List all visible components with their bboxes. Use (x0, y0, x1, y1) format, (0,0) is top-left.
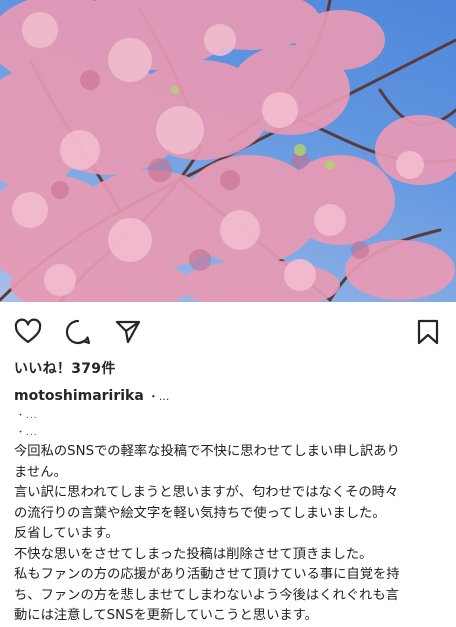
post-caption: 今回私のSNSでの軽率な投稿で不快に思わせてしまい申し訳あり ません。 言い訳に… (14, 442, 444, 627)
caption-line: 言い訳に思われてしまうと思いますが、匂わせではなくその時々 (14, 485, 399, 500)
caption-line: の流行りの言葉や絵文字を軽い気持ちで使ってしまいました。 (14, 505, 386, 521)
cherry-blossom-image (0, 0, 456, 302)
heart-icon[interactable] (14, 318, 42, 346)
caption-author: motoshimaririka ・... (14, 388, 169, 404)
likes-count[interactable]: いいね！379件 (14, 358, 116, 378)
caption-emoji-line-1: ・... (16, 411, 38, 421)
bookmark-icon[interactable] (414, 318, 442, 346)
post-photo[interactable] (0, 0, 456, 302)
post-action-bar (0, 302, 456, 358)
caption-line: 私もファンの方の応援があり活動させて頂けている事に自覚を持 (14, 567, 400, 582)
username-link[interactable]: motoshimaririka (14, 388, 144, 404)
caption-line: 不快な思いをさせてしまった投稿は削除させて頂きました。 (14, 546, 373, 562)
caption-line: ち、ファンの方を悲しませてしまわないよう今後はくれぐれも言 (14, 587, 399, 603)
caption-line: ません。 (14, 464, 67, 480)
caption-line: 今回私のSNSでの軽率な投稿で不快に思わせてしまい申し訳あり (14, 444, 400, 459)
caption-line: 動には注意してSNSを更新していこうと思います。 (14, 608, 318, 623)
caption-line: 反省しています。 (14, 526, 119, 541)
comment-bubble-icon[interactable] (64, 318, 92, 346)
paper-plane-icon[interactable] (114, 318, 142, 346)
caption-emoji-line-2: ・... (16, 428, 38, 438)
username-emoji-tail: ・... (147, 390, 170, 403)
